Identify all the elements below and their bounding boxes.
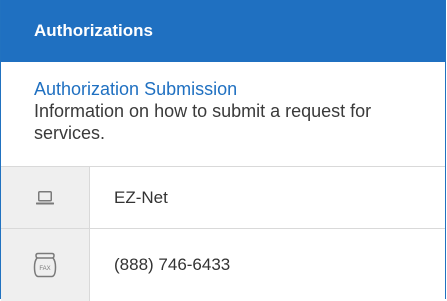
contact-methods-list: EZ-Net FAX (888) 746-6433 [1,166,445,301]
authorization-info: Authorization Submission Information on … [1,62,445,166]
fax-number-label: (888) 746-6433 [114,255,231,274]
icon-cell [1,167,90,228]
panel-header: Authorizations [1,0,445,62]
fax-icon: FAX [33,252,57,278]
authorizations-panel: Authorizations Authorization Submission … [0,0,446,301]
authorization-submission-link[interactable]: Authorization Submission [34,78,237,100]
ez-net-label: EZ-Net [114,187,168,207]
list-item-fax[interactable]: FAX (888) 746-6433 [1,229,445,301]
list-item-ez-net[interactable]: EZ-Net [1,167,445,229]
fax-icon-text: FAX [39,266,50,272]
panel-title: Authorizations [34,21,153,40]
authorization-description: Information on how to submit a request f… [34,101,372,143]
icon-cell: FAX [1,229,90,301]
laptop-icon [36,190,54,205]
